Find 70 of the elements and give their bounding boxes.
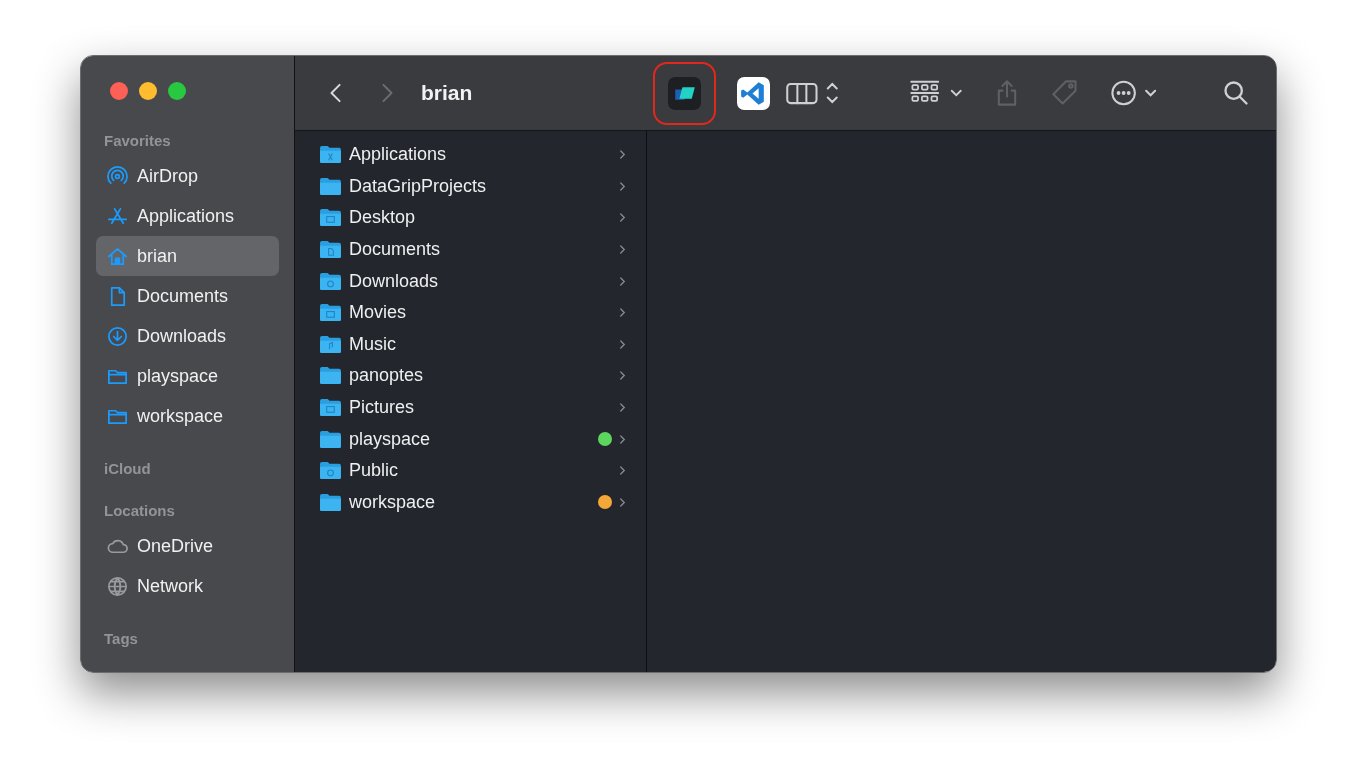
sidebar-item[interactable]: workspace: [96, 396, 279, 436]
chevron-icon: [619, 496, 626, 508]
folder-name: Documents: [349, 239, 442, 261]
chevron-icon: [619, 338, 626, 350]
sidebar-item[interactable]: Applications: [96, 196, 279, 236]
folder-row[interactable]: Applications: [295, 139, 646, 171]
chevron-icon: [619, 244, 626, 256]
folder-icon: [319, 303, 342, 323]
folder-icon: [319, 366, 342, 386]
folder-icon: [319, 208, 342, 228]
download-icon: [106, 324, 129, 348]
folder-row[interactable]: playspace: [295, 423, 646, 455]
folder-icon: [319, 145, 342, 165]
folder-name: workspace: [349, 491, 437, 513]
folder-name: DataGripProjects: [349, 175, 488, 197]
folder-row[interactable]: Downloads: [295, 265, 646, 297]
globe-icon: [106, 574, 129, 598]
folder-name: Applications: [349, 144, 448, 166]
chevron-icon: [619, 402, 626, 414]
folder-row[interactable]: Documents: [295, 233, 646, 266]
folder-icon: [319, 334, 342, 354]
folder-row[interactable]: Desktop: [295, 202, 646, 234]
chevron-icon: [619, 465, 626, 477]
folder-row[interactable]: Movies: [295, 296, 646, 329]
sidebar-section-title: iCloud: [103, 460, 152, 478]
chevron-icon: [619, 212, 626, 224]
folder-name: Downloads: [349, 270, 440, 292]
folder-icon: [319, 240, 342, 260]
folder-row[interactable]: Music: [295, 328, 646, 361]
folder-icon: [319, 429, 342, 449]
folder-row[interactable]: workspace: [295, 486, 646, 519]
sidebar-item[interactable]: playspace: [96, 356, 279, 396]
folder-icon: [319, 176, 342, 196]
folder-name: Desktop: [349, 207, 417, 229]
chevron-icon: [619, 307, 626, 319]
code-editor-icon[interactable]: [737, 76, 770, 110]
sidebar-section-title: Locations: [103, 502, 176, 520]
chevron-icon: [619, 149, 626, 161]
folder-icon: [319, 398, 342, 418]
folder-row[interactable]: panoptes: [295, 360, 646, 392]
zoom-button[interactable]: [168, 82, 186, 100]
folder-row[interactable]: Public: [295, 454, 646, 487]
minimize-button[interactable]: [139, 82, 157, 100]
folder-icon: [319, 461, 342, 481]
window-title: brian: [421, 81, 474, 105]
folder-name: Music: [349, 333, 397, 355]
sidebar-item[interactable]: Documents: [96, 276, 279, 316]
folder-icon: [319, 271, 342, 291]
folder-name: Movies: [349, 302, 407, 324]
sidebar-item[interactable]: OneDrive: [96, 526, 279, 566]
sidebar-section-title: Tags: [103, 630, 139, 648]
folder-name: Pictures: [349, 397, 416, 419]
sidebar-item[interactable]: Downloads: [96, 316, 279, 356]
chevron-icon: [619, 180, 626, 192]
app-icon[interactable]: [668, 76, 701, 110]
sidebar-item[interactable]: brian: [96, 236, 279, 276]
chevron-icon: [619, 370, 626, 382]
folder-icon: [319, 492, 342, 512]
folder-name: playspace: [349, 428, 432, 450]
chevron-icon: [619, 275, 626, 287]
search-icon[interactable]: [1222, 79, 1250, 107]
folder-row[interactable]: DataGripProjects: [295, 170, 646, 203]
sidebar-item[interactable]: AirDrop: [96, 156, 279, 196]
sidebar-section-title: Favorites: [103, 132, 172, 150]
close-button[interactable]: [110, 82, 128, 100]
folder-name: Public: [349, 460, 400, 482]
chevron-icon: [619, 433, 626, 445]
sidebar-item[interactable]: Network: [96, 566, 279, 606]
folder-row[interactable]: Pictures: [295, 391, 646, 424]
folder-name: panoptes: [349, 365, 425, 387]
